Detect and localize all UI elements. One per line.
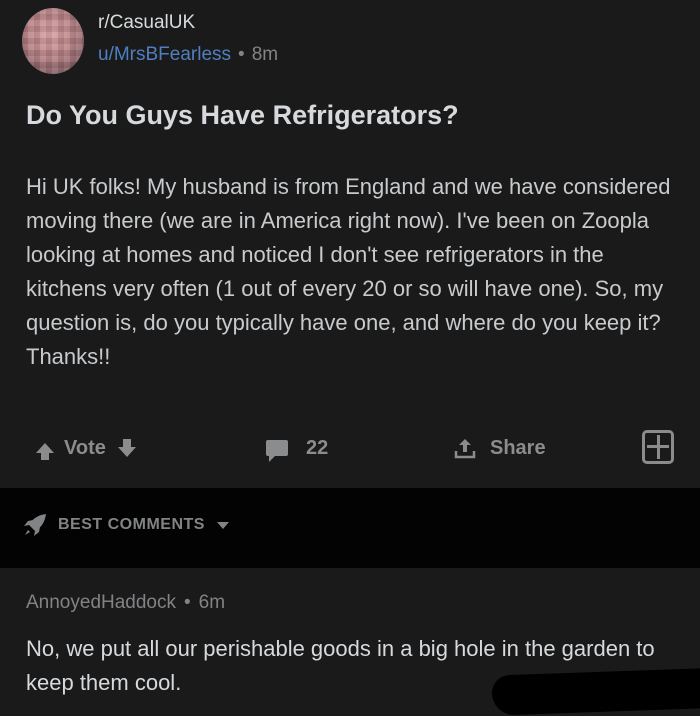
rocket-icon <box>24 514 46 536</box>
subreddit-link[interactable]: r/CasualUK <box>98 12 195 34</box>
share-button[interactable]: Share <box>454 426 546 470</box>
upvote-icon[interactable] <box>36 443 54 460</box>
user-avatar[interactable] <box>22 8 84 74</box>
share-icon <box>454 439 476 459</box>
post-title[interactable]: Do You Guys Have Refrigerators? <box>26 100 459 131</box>
sort-comments-dropdown[interactable]: BEST COMMENTS <box>22 512 229 538</box>
post-body: Hi UK folks! My husband is from England … <box>26 174 671 369</box>
vote-control: Vote <box>36 426 136 470</box>
post-age: 8m <box>251 44 279 65</box>
award-icon[interactable] <box>642 430 674 464</box>
comment-age: 6m <box>198 592 226 613</box>
comment-count: 22 <box>306 436 329 459</box>
comment-icon <box>266 440 288 462</box>
comment-meta: AnnoyedHaddock • 6m <box>26 592 225 614</box>
meta-separator: • <box>238 44 245 65</box>
username-link[interactable]: u/MrsBFearless <box>98 44 231 66</box>
post-card: r/CasualUK u/MrsBFearless • 8m Do You Gu… <box>0 0 700 488</box>
comments-button[interactable]: 22 <box>266 426 328 470</box>
redaction-mark <box>491 668 700 716</box>
sort-label: BEST COMMENTS <box>58 516 205 533</box>
caret-down-icon <box>216 521 229 529</box>
post-action-bar: Vote 22 Share <box>0 426 700 470</box>
post-meta: u/MrsBFearless • 8m <box>98 44 278 66</box>
share-label: Share <box>490 436 546 459</box>
comment-meta-separator: • <box>184 592 191 613</box>
downvote-icon[interactable] <box>117 439 136 457</box>
comment-author[interactable]: AnnoyedHaddock <box>26 592 176 614</box>
vote-label: Vote <box>64 436 106 459</box>
